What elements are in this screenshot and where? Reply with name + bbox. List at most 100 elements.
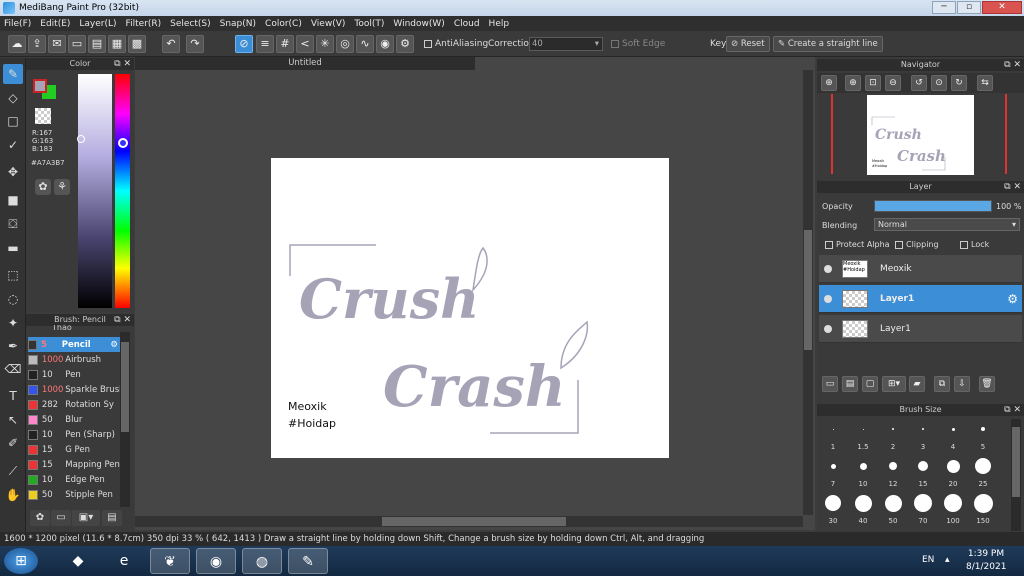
primary-color-swatch[interactable] — [33, 79, 47, 93]
visual-studio-icon[interactable]: ◆ — [58, 548, 98, 574]
layer-row-layer1-selected[interactable]: Layer1 ⚙ — [819, 285, 1022, 313]
brush-list-scrollbar[interactable] — [120, 332, 130, 507]
panel-close-icon[interactable]: ⧉ ✕ — [1004, 404, 1021, 416]
fill-rect-tool-icon[interactable]: ■ — [3, 190, 23, 210]
lasso-tool-icon[interactable]: ◌ — [3, 289, 23, 309]
maximize-button[interactable]: ▫ — [957, 1, 981, 14]
vertical-scrollbar[interactable] — [803, 70, 813, 515]
app-launcher-icon[interactable]: ❦ — [150, 548, 190, 574]
brush-item[interactable]: 10 Pen — [28, 367, 120, 382]
language-indicator[interactable]: EN — [922, 555, 934, 565]
chrome-icon[interactable]: ◉ — [196, 548, 236, 574]
scrollbar-thumb[interactable] — [1012, 427, 1020, 497]
save-icon[interactable]: ▤ — [88, 35, 106, 53]
add-layer-menu-icon[interactable]: ⊞▾ — [882, 376, 906, 392]
medibang-taskbar-icon[interactable]: ◍ — [242, 548, 282, 574]
brush-size-option[interactable] — [830, 463, 836, 469]
curve-snap-icon[interactable]: ∿ — [356, 35, 374, 53]
paint-icon[interactable]: ✎ — [288, 548, 328, 574]
radial-snap-icon[interactable]: ✳ — [316, 35, 334, 53]
menu-edit[interactable]: Edit(E) — [40, 19, 70, 29]
visibility-icon[interactable] — [824, 264, 832, 273]
move-tool-icon[interactable]: ✥ — [3, 162, 23, 182]
brush-size-option[interactable] — [825, 495, 841, 511]
layout-icon[interactable]: ▦ — [108, 35, 126, 53]
horizontal-scrollbar[interactable] — [135, 516, 803, 527]
soft-edge-checkbox[interactable]: Soft Edge — [611, 39, 665, 49]
text-tool-icon[interactable]: T — [3, 386, 23, 406]
hand-tool-icon[interactable]: ✋ — [3, 485, 23, 505]
visibility-icon[interactable] — [824, 324, 832, 333]
blending-select[interactable]: Normal ▾ — [874, 218, 1020, 231]
transparent-color-swatch[interactable] — [35, 108, 51, 124]
palette-icon[interactable]: ✿ — [35, 179, 51, 195]
rectangle-tool-icon[interactable]: □ — [3, 111, 23, 131]
brush-item[interactable]: 1000 Sparkle Brush — [28, 382, 120, 397]
merge-layer-icon[interactable]: ⇩ — [954, 376, 970, 392]
brush-size-option[interactable] — [892, 428, 894, 430]
rotate-right-icon[interactable]: ↻ — [951, 75, 967, 91]
protect-alpha-checkbox[interactable]: Protect Alpha — [825, 240, 890, 249]
brush-size-option[interactable] — [973, 493, 993, 513]
antialiasing-checkbox[interactable]: AntiAliasing — [424, 39, 488, 49]
hue-slider-handle[interactable] — [118, 138, 128, 148]
zoom-plus-icon[interactable]: ⊕ — [845, 75, 861, 91]
brush-item[interactable]: 282 Rotation Sy — [28, 397, 120, 412]
brush-file-icon[interactable]: ▭ — [51, 510, 71, 526]
scrollbar-thumb[interactable] — [804, 230, 812, 350]
brush-size-option[interactable] — [889, 462, 897, 470]
dot-tool-icon[interactable]: ✓ — [3, 135, 23, 155]
operation-tool-icon[interactable]: ↖ — [3, 410, 23, 430]
cloud-icon[interactable]: ☁ — [8, 35, 26, 53]
brush-item[interactable]: 50 Stipple Pen — [28, 487, 120, 502]
select-eraser-icon[interactable]: ⌫ — [3, 359, 23, 379]
snap-off-icon[interactable]: ⊘ — [235, 35, 253, 53]
brush-size-scrollbar[interactable] — [1011, 419, 1021, 531]
brush-size-option[interactable] — [884, 494, 902, 512]
concentric-snap-icon[interactable]: ◉ — [376, 35, 394, 53]
layer-row-layer1[interactable]: Layer1 — [819, 315, 1022, 343]
zoom-in-icon[interactable]: ⊕ — [821, 75, 837, 91]
fit-view-icon[interactable]: ⊡ — [865, 75, 881, 91]
menu-view[interactable]: View(V) — [311, 19, 346, 29]
saturation-value-picker[interactable] — [78, 74, 112, 308]
reset-rotation-icon[interactable]: ⊙ — [931, 75, 947, 91]
cross-snap-icon[interactable]: # — [276, 35, 294, 53]
add-brush-icon[interactable]: ✿ — [30, 510, 50, 526]
brush-size-option[interactable] — [981, 427, 985, 431]
rotate-left-icon[interactable]: ↺ — [911, 75, 927, 91]
gear-icon[interactable]: ⚙ — [1007, 292, 1018, 306]
panel-close-icon[interactable]: ⧉ ✕ — [1004, 59, 1021, 71]
folder-icon[interactable]: ▰ — [909, 376, 925, 392]
layer-row-meoxik[interactable]: Meoxik #Hoidap Meoxik — [819, 255, 1022, 283]
document-canvas[interactable]: Crush Crash Meoxik #Hoidap — [271, 158, 669, 458]
internet-explorer-icon[interactable]: e — [104, 548, 144, 574]
scrollbar-thumb[interactable] — [121, 342, 129, 432]
brush-item[interactable]: 15 G Pen — [28, 442, 120, 457]
opacity-slider[interactable] — [874, 200, 992, 212]
visibility-icon[interactable] — [824, 294, 832, 303]
menu-layer[interactable]: Layer(L) — [79, 19, 116, 29]
scrollbar-thumb[interactable] — [382, 517, 566, 526]
brush-size-option[interactable] — [944, 494, 962, 512]
new-layer-icon[interactable]: ▭ — [822, 376, 838, 392]
menu-help[interactable]: Help — [489, 19, 510, 29]
menu-select[interactable]: Select(S) — [170, 19, 211, 29]
minimize-button[interactable]: ─ — [932, 1, 956, 14]
brush-size-option[interactable] — [922, 428, 924, 430]
grid-icon[interactable]: ▩ — [128, 35, 146, 53]
navigator-preview[interactable]: Crush Crash Meoxik #Hoidap — [867, 95, 974, 175]
share-icon[interactable]: ⇪ — [28, 35, 46, 53]
brush-item[interactable]: 50 Blur — [28, 412, 120, 427]
lock-checkbox[interactable]: Lock — [960, 240, 989, 249]
new-file-icon[interactable]: ▭ — [68, 35, 86, 53]
bucket-tool-icon[interactable]: ⛋ — [3, 214, 23, 234]
brush-size-option[interactable] — [914, 494, 932, 512]
brush-size-option[interactable] — [918, 461, 928, 471]
hue-slider[interactable] — [115, 74, 130, 308]
menu-color[interactable]: Color(C) — [265, 19, 302, 29]
select-tool-icon[interactable]: ⬚ — [3, 265, 23, 285]
gear-icon[interactable]: ⚙ — [110, 340, 118, 350]
panel-close-icon[interactable]: ⧉ ✕ — [114, 314, 131, 326]
brush-properties-icon[interactable]: ▤ — [102, 510, 122, 526]
